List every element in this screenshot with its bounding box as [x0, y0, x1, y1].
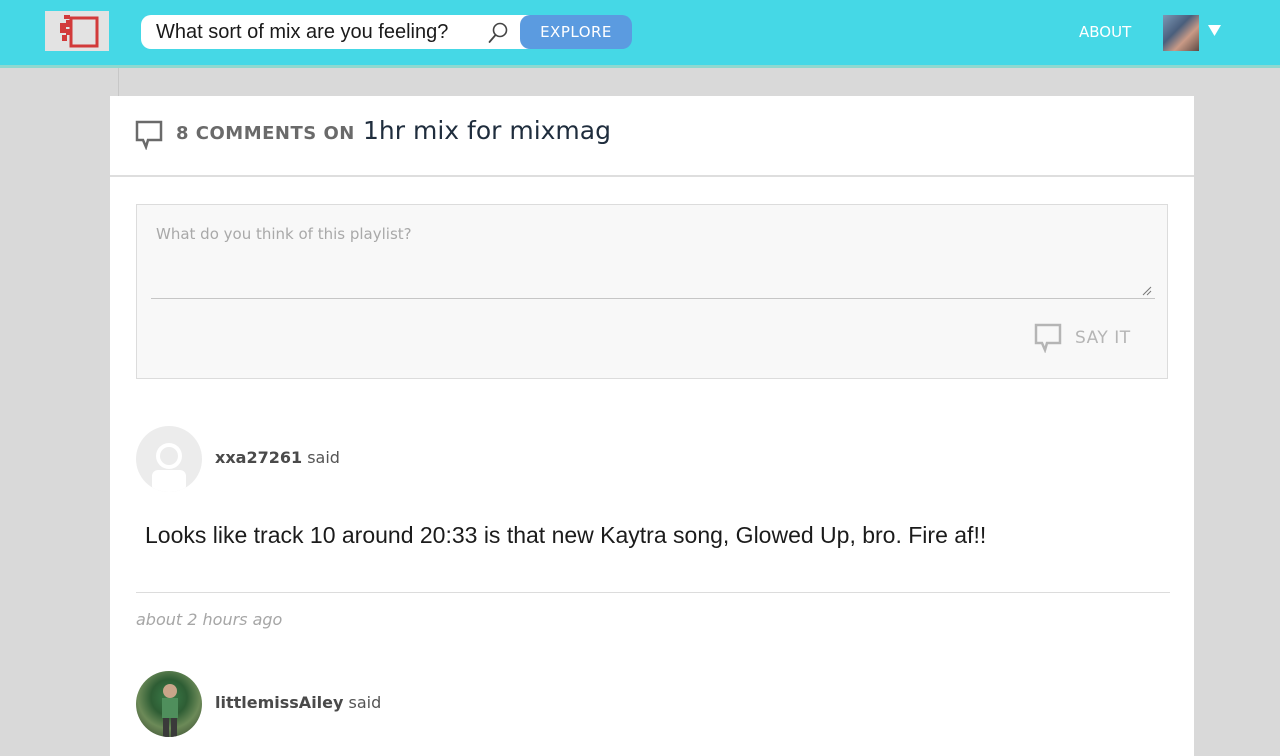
comments-panel: 8 COMMENTS ON 1hr mix for mixmag SAY IT …	[110, 96, 1194, 756]
said-label: said	[307, 448, 340, 467]
about-link[interactable]: ABOUT	[1079, 23, 1131, 41]
commenter-username[interactable]: xxa27261	[215, 448, 302, 467]
comment-bubble-icon	[1034, 323, 1062, 353]
divider	[118, 68, 119, 96]
user-avatar[interactable]	[1163, 15, 1199, 51]
explore-button[interactable]: EXPLORE	[520, 15, 632, 49]
commenter-username[interactable]: littlemissAiley	[215, 693, 343, 712]
say-it-label: SAY IT	[1075, 328, 1131, 348]
playlist-title[interactable]: 1hr mix for mixmag	[363, 116, 611, 145]
user-photo-icon	[162, 684, 178, 737]
commenter-line: xxa27261 said	[215, 448, 340, 467]
resize-grip-icon[interactable]	[1142, 286, 1152, 296]
comment-form: SAY IT	[136, 204, 1168, 379]
search-icon[interactable]	[487, 21, 509, 45]
site-logo[interactable]	[45, 11, 109, 51]
search-input[interactable]	[141, 15, 481, 49]
avatar[interactable]	[136, 671, 202, 737]
comment-bubble-icon	[135, 120, 163, 150]
comments-header: 8 COMMENTS ON 1hr mix for mixmag	[110, 96, 1194, 177]
comment-timestamp: about 2 hours ago	[136, 610, 283, 629]
default-avatar-icon	[152, 443, 186, 492]
commenter-line: littlemissAiley said	[215, 693, 381, 712]
avatar[interactable]	[136, 426, 202, 492]
top-navigation-bar: EXPLORE ABOUT	[0, 0, 1280, 68]
caret-down-icon[interactable]	[1208, 25, 1221, 36]
search-box	[141, 15, 531, 49]
say-it-button[interactable]: SAY IT	[1034, 322, 1144, 354]
logo-icon	[60, 15, 99, 48]
divider	[136, 592, 1170, 593]
said-label: said	[348, 693, 382, 712]
comments-count-label: 8 COMMENTS ON	[176, 123, 355, 144]
comment-textarea[interactable]	[151, 219, 1155, 299]
comment-text: Looks like track 10 around 20:33 is that…	[145, 522, 987, 548]
